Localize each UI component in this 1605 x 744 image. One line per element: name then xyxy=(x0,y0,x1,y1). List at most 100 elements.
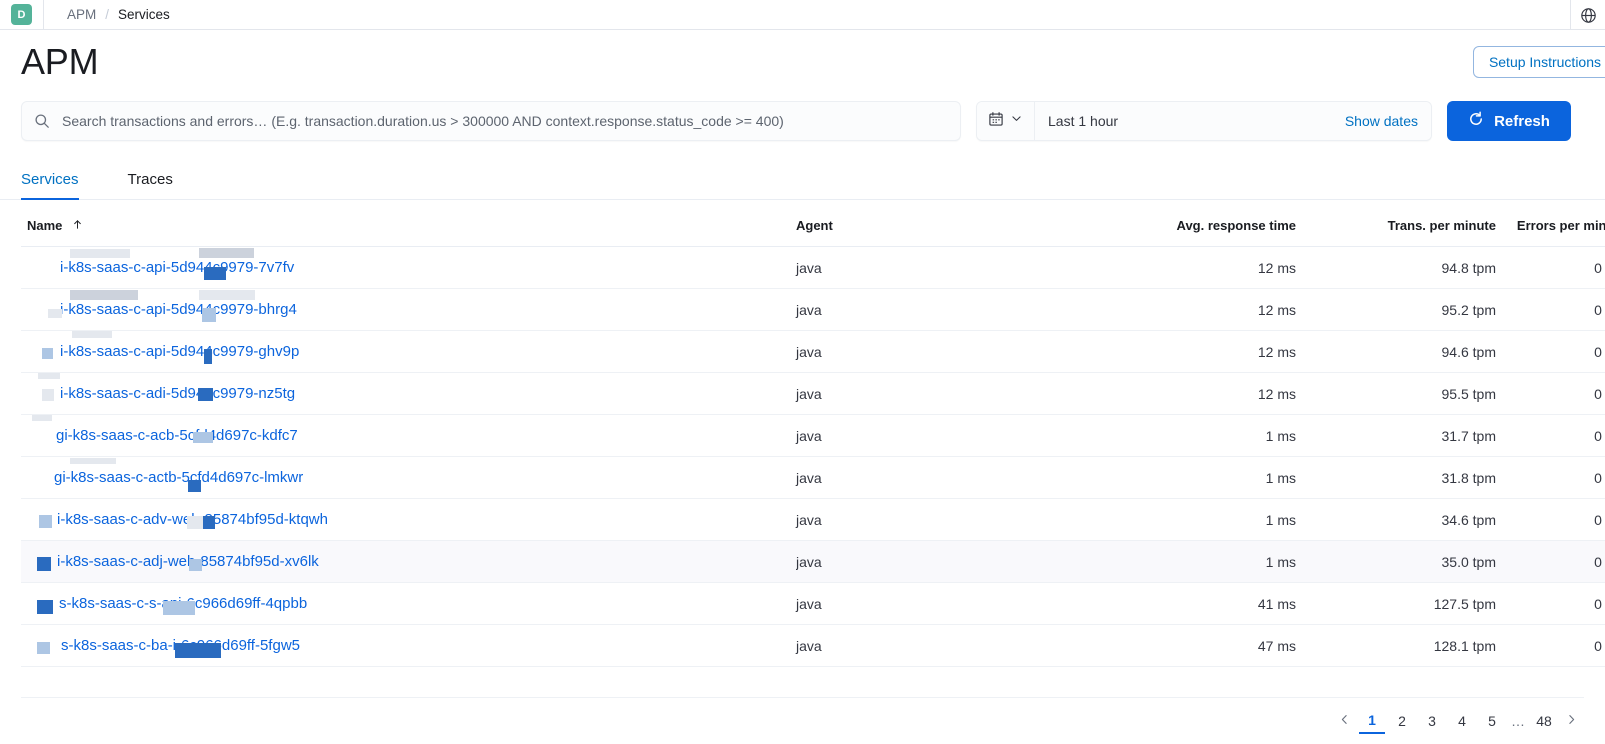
trans-per-minute-cell: 35.0 tpm xyxy=(1296,540,1496,583)
column-header-trans-per-minute[interactable]: Trans. per minute xyxy=(1296,200,1496,247)
service-name-link[interactable]: i-k8s-saas-c-api-5d944c9979-7v7fv xyxy=(60,259,294,276)
table-row[interactable]: gi-k8s-saas-c-actb-5cfd4d697c-lmkwr java 1… xyxy=(21,456,1605,499)
table-row[interactable]: i-k8s-saas-c-adi-5d944c9979-nz5tg java 12 … xyxy=(21,372,1605,415)
column-header-name-label: Name xyxy=(27,218,63,233)
service-name-link[interactable]: i-k8s-saas-c-api-5d944c9979-ghv9p xyxy=(60,343,299,360)
errors-per-minute-cell: 0 err. xyxy=(1496,288,1605,331)
service-name-link[interactable]: i-k8s-saas-c-api-5d944c9979-bhrg4 xyxy=(60,301,297,318)
column-header-name[interactable]: Name xyxy=(21,200,796,247)
refresh-button[interactable]: Refresh xyxy=(1447,101,1571,141)
table-row[interactable]: gi-k8s-saas-c-acb-5cfd4d697c-kdfc7 java 1 … xyxy=(21,414,1605,457)
agent-cell: java xyxy=(796,414,1046,457)
table-row[interactable]: i-k8s-saas-c-api-5d944c9979-bhrg4 java 12 … xyxy=(21,288,1605,331)
app-chrome-bar: D APM / Services xyxy=(0,0,1605,30)
service-name-link[interactable]: i-k8s-saas-c-adv-web-85874bf95d-ktqwh xyxy=(57,511,328,528)
service-name-link[interactable]: s-k8s-saas-c-s-api-6c966d69ff-4qpbb xyxy=(59,595,307,612)
service-name-cell: gi-k8s-saas-c-actb-5cfd4d697c-lmkwr xyxy=(21,456,796,499)
redaction-block xyxy=(72,331,112,338)
date-quick-select-button[interactable] xyxy=(977,102,1035,140)
date-range-field[interactable]: Last 1 hour Show dates xyxy=(1035,102,1431,140)
chrome-right-actions xyxy=(1570,0,1605,30)
chevron-left-icon[interactable] xyxy=(1332,713,1357,729)
table-body: i-k8s-saas-c-api-5d944c9979-7v7fv java 12 … xyxy=(21,246,1605,667)
table-row[interactable]: i-k8s-saas-c-api-5d944c9979-7v7fv java 12 … xyxy=(21,246,1605,289)
agent-cell: java xyxy=(796,498,1046,541)
search-bar[interactable] xyxy=(21,101,961,141)
pagination-page-last[interactable]: 48 xyxy=(1531,708,1557,734)
trans-per-minute-cell: 127.5 tpm xyxy=(1296,582,1496,625)
query-bar-row: Last 1 hour Show dates Refresh xyxy=(0,94,1605,148)
service-name-link[interactable]: gi-k8s-saas-c-acb-5cfd4d697c-kdfc7 xyxy=(56,427,298,444)
trans-per-minute-cell: 95.2 tpm xyxy=(1296,288,1496,331)
refresh-icon xyxy=(1468,111,1484,131)
errors-per-minute-cell: 0 err. xyxy=(1496,624,1605,667)
trans-per-minute-cell: 94.6 tpm xyxy=(1296,330,1496,373)
search-input[interactable] xyxy=(62,113,948,129)
table-row[interactable]: s-k8s-saas-c-s-api-6c966d69ff-4qpbb java 4… xyxy=(21,582,1605,625)
errors-per-minute-cell: 0 err. xyxy=(1496,372,1605,415)
chevron-right-icon[interactable] xyxy=(1559,713,1584,729)
pagination-page-2[interactable]: 2 xyxy=(1389,708,1415,734)
service-name-cell: i-k8s-saas-c-api-5d944c9979-bhrg4 xyxy=(21,288,796,331)
tab-traces[interactable]: Traces xyxy=(110,171,191,199)
service-name-cell: s-k8s-saas-c-ba-i-6c966d69ff-5fgw5 xyxy=(21,624,796,667)
pagination: 1 2 3 4 5 … 48 xyxy=(1332,708,1584,734)
errors-per-minute-cell: 0 err. xyxy=(1496,246,1605,289)
table-row[interactable]: i-k8s-saas-c-api-5d944c9979-ghv9p java 12 … xyxy=(21,330,1605,373)
tab-services[interactable]: Services xyxy=(21,171,97,200)
service-name-cell: i-k8s-saas-c-adi-5d944c9979-nz5tg xyxy=(21,372,796,415)
chrome-divider xyxy=(43,0,44,30)
setup-instructions-button[interactable]: Setup Instructions xyxy=(1472,46,1605,78)
avg-response-time-cell: 41 ms xyxy=(1046,582,1296,625)
avg-response-time-cell: 12 ms xyxy=(1046,372,1296,415)
agent-cell: java xyxy=(796,246,1046,289)
agent-cell: java xyxy=(796,330,1046,373)
redaction-block xyxy=(32,415,52,421)
avg-response-time-cell: 12 ms xyxy=(1046,246,1296,289)
table-row[interactable]: i-k8s-saas-c-adj-web-85874bf95d-xv6lk jav… xyxy=(21,540,1605,583)
page-header: APM Setup Instructions xyxy=(0,30,1605,94)
redaction-block xyxy=(70,458,116,464)
service-name-link[interactable]: i-k8s-saas-c-adi-5d944c9979-nz5tg xyxy=(60,385,295,402)
service-name-cell: i-k8s-saas-c-adv-web-85874bf95d-ktqwh xyxy=(21,498,796,541)
service-name-cell: s-k8s-saas-c-s-api-6c966d69ff-4qpbb xyxy=(21,582,796,625)
redaction-block xyxy=(48,275,64,284)
page-title: APM xyxy=(21,41,99,82)
pagination-page-3[interactable]: 3 xyxy=(1419,708,1445,734)
date-range-value: Last 1 hour xyxy=(1048,113,1119,129)
calendar-icon xyxy=(988,111,1004,132)
pagination-divider xyxy=(21,697,1584,698)
search-icon xyxy=(34,113,50,129)
pagination-page-5[interactable]: 5 xyxy=(1479,708,1505,734)
pagination-page-1[interactable]: 1 xyxy=(1359,708,1385,734)
breadcrumb-item-apm[interactable]: APM xyxy=(67,7,96,22)
pagination-page-4[interactable]: 4 xyxy=(1449,708,1475,734)
service-name-cell: i-k8s-saas-c-api-5d944c9979-7v7fv xyxy=(21,246,796,289)
service-name-link[interactable]: i-k8s-saas-c-adj-web-85874bf95d-xv6lk xyxy=(57,553,319,570)
agent-cell: java xyxy=(796,372,1046,415)
date-range-picker[interactable]: Last 1 hour Show dates xyxy=(976,101,1432,141)
column-header-errors-per-minute[interactable]: Errors per minute xyxy=(1496,200,1605,247)
avg-response-time-cell: 1 ms xyxy=(1046,456,1296,499)
column-header-agent[interactable]: Agent xyxy=(796,200,1046,247)
table-row[interactable]: s-k8s-saas-c-ba-i-6c966d69ff-5fgw5 java 47… xyxy=(21,624,1605,667)
trans-per-minute-cell: 94.8 tpm xyxy=(1296,246,1496,289)
trans-per-minute-cell: 95.5 tpm xyxy=(1296,372,1496,415)
show-dates-button[interactable]: Show dates xyxy=(1345,113,1418,129)
agent-cell: java xyxy=(796,540,1046,583)
breadcrumb-item-services[interactable]: Services xyxy=(118,7,170,22)
redaction-block xyxy=(37,642,50,654)
refresh-label: Refresh xyxy=(1494,112,1550,130)
breadcrumb: APM / Services xyxy=(67,7,170,22)
column-header-avg-response-time[interactable]: Avg. response time xyxy=(1046,200,1296,247)
errors-per-minute-cell: 0 err. xyxy=(1496,456,1605,499)
trans-per-minute-cell: 31.8 tpm xyxy=(1296,456,1496,499)
service-name-link[interactable]: gi-k8s-saas-c-actb-5cfd4d697c-lmkwr xyxy=(54,469,303,486)
table-row[interactable]: i-k8s-saas-c-adv-web-85874bf95d-ktqwh jav… xyxy=(21,498,1605,541)
arrow-up-icon xyxy=(72,218,83,233)
service-name-link[interactable]: s-k8s-saas-c-ba-i-6c966d69ff-5fgw5 xyxy=(61,637,300,654)
globe-icon[interactable] xyxy=(1571,0,1605,30)
avg-response-time-cell: 1 ms xyxy=(1046,498,1296,541)
app-logo[interactable]: D xyxy=(11,4,32,25)
trans-per-minute-cell: 128.1 tpm xyxy=(1296,624,1496,667)
